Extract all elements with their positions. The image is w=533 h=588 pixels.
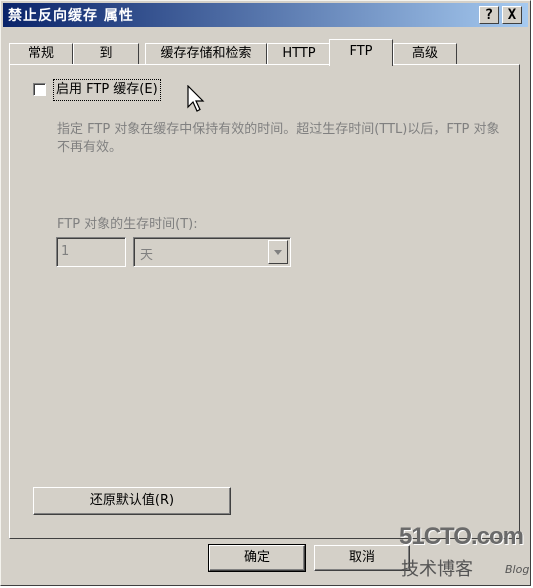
ttl-label: FTP 对象的生存时间(T):: [57, 217, 198, 232]
restore-defaults-button[interactable]: 还原默认值(R): [33, 487, 231, 515]
enable-ftp-cache-label[interactable]: 启用 FTP 缓存(E): [53, 79, 161, 101]
tab-strip: 常规 到 缓存存储和检索 HTTP FTP 高级: [9, 39, 529, 66]
window-title: 禁止反向缓存 属性: [8, 8, 134, 24]
ttl-unit-select[interactable]: 天: [133, 237, 291, 267]
tab-general[interactable]: 常规: [9, 43, 73, 65]
ttl-unit-value: 天: [140, 248, 154, 263]
ftp-description: 指定 FTP 对象在缓存中保持有效的时间。超过生存时间(TTL)以后，FTP 对…: [57, 122, 500, 155]
ok-button[interactable]: 确定: [208, 544, 306, 572]
properties-dialog: 禁止反向缓存 属性 ? X 常规 到 缓存存储和检索 HTTP FTP 高级 启…: [0, 0, 531, 586]
title-bar[interactable]: 禁止反向缓存 属性 ? X: [3, 3, 528, 27]
tab-http[interactable]: HTTP: [267, 43, 331, 65]
help-button[interactable]: ?: [479, 6, 499, 24]
tab-advanced[interactable]: 高级: [393, 43, 457, 65]
mouse-pointer-icon: [187, 85, 205, 112]
watermark-site: 51CTO.com: [399, 523, 524, 550]
watermark-blog: Blog: [505, 563, 530, 576]
tab-ftp[interactable]: FTP: [329, 39, 393, 66]
enable-ftp-cache-checkbox[interactable]: [33, 83, 46, 96]
watermark-text: 技术博客: [401, 559, 473, 580]
close-button[interactable]: X: [502, 6, 522, 24]
cancel-button[interactable]: 取消: [314, 545, 410, 571]
chevron-down-icon[interactable]: [268, 240, 288, 264]
tab-to[interactable]: 到: [73, 43, 139, 65]
ttl-value-input[interactable]: 1: [56, 237, 126, 267]
tab-cache-storage[interactable]: 缓存存储和检索: [145, 43, 267, 65]
watermark: 51CTO.com 技术博客 Blog: [399, 523, 529, 583]
